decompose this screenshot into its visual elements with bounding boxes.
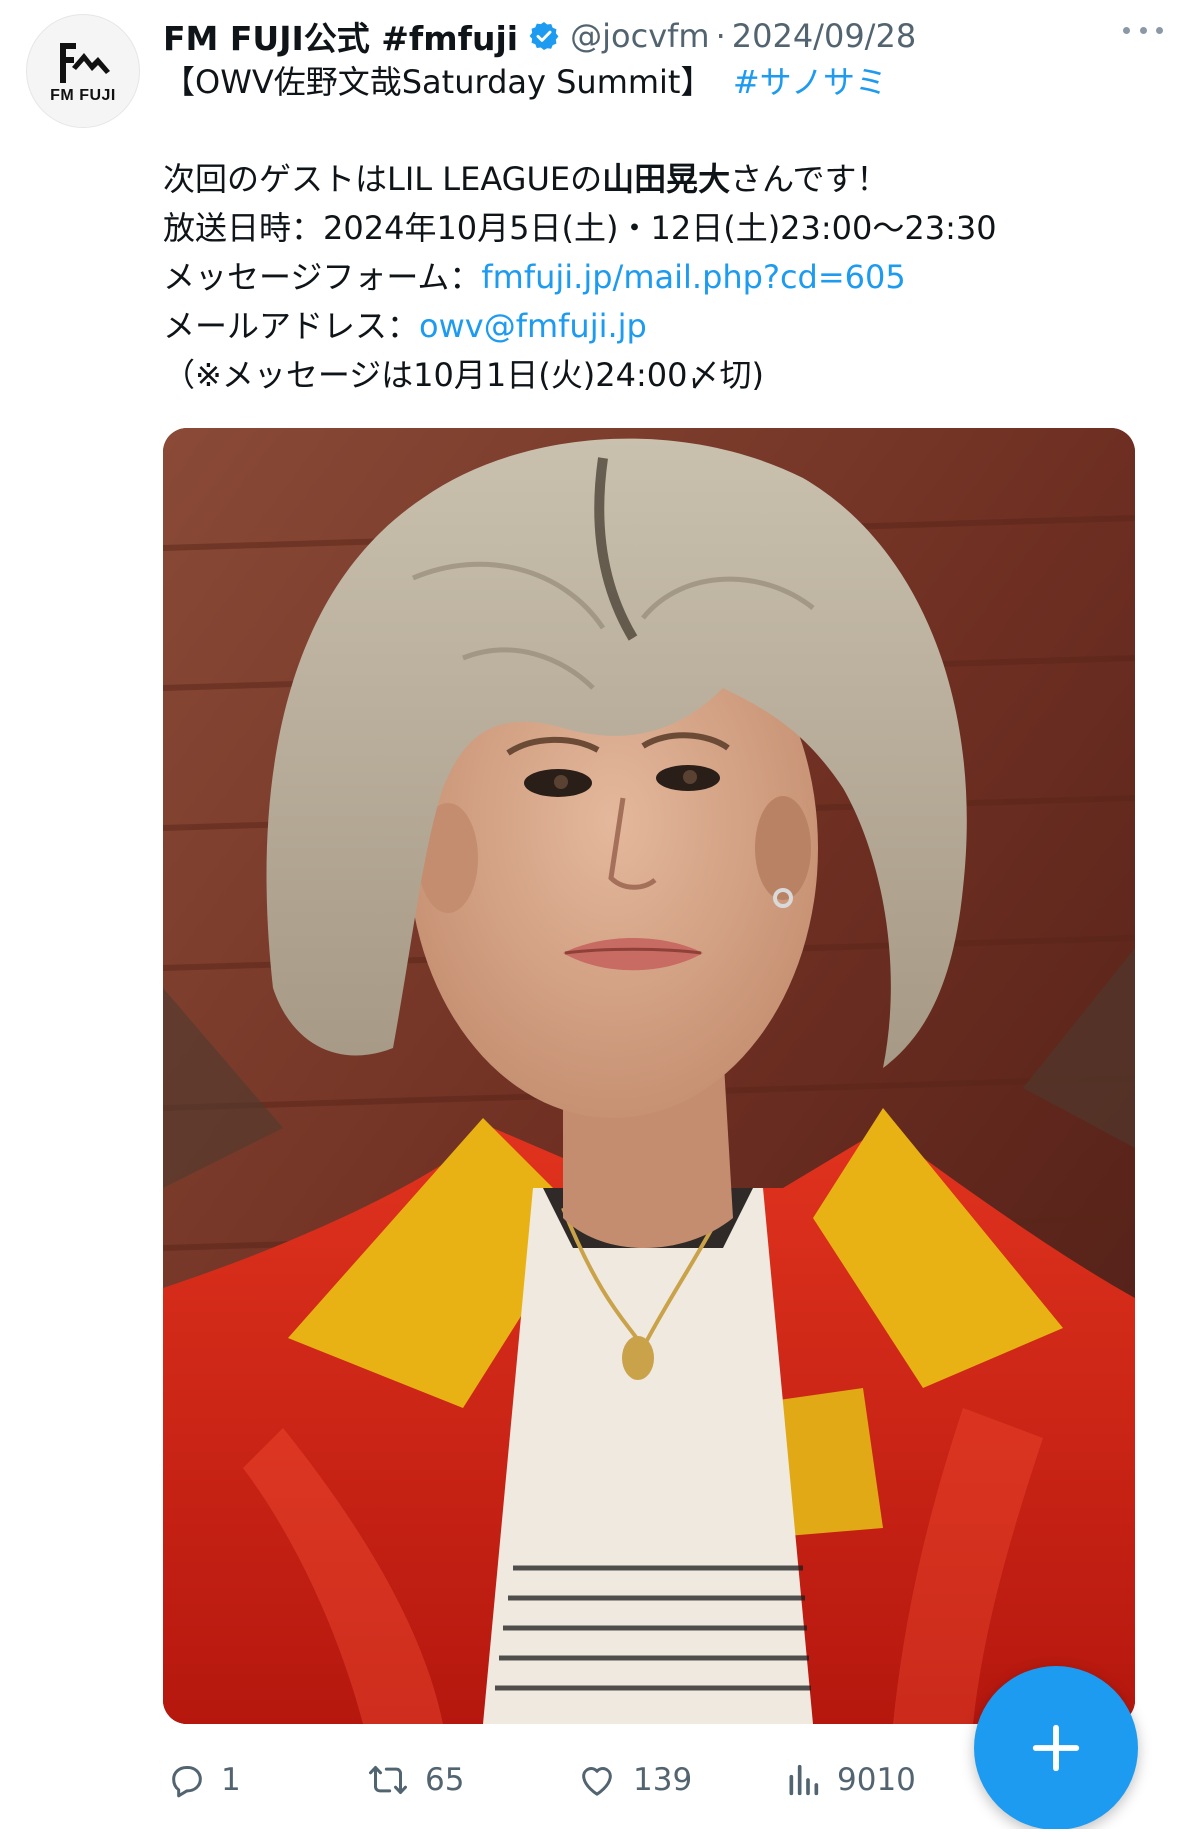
heart-icon: [582, 1767, 612, 1796]
guest-suffix: さんです！: [730, 160, 889, 198]
display-name[interactable]: FM FUJI公式 #fmfuji: [163, 12, 518, 60]
verified-badge-icon: [528, 20, 560, 52]
tweet-line-mail: メールアドレス：owv@fmfuji.jp: [163, 302, 1163, 351]
avatar-label: FM FUJI: [50, 87, 116, 104]
tweet-line-title: 【OWV佐野文哉Saturday Summit】 #サノサミ: [163, 58, 1163, 107]
views-button[interactable]: 9010: [783, 1748, 916, 1812]
tweet-body: 【OWV佐野文哉Saturday Summit】 #サノサミ 次回のゲストはLI…: [163, 58, 1163, 400]
tweet-line-form: メッセージフォーム：fmfuji.jp/mail.php?cd=605: [163, 253, 1163, 302]
like-button[interactable]: 139: [575, 1748, 692, 1812]
retweet-icon: [369, 1766, 407, 1794]
tweet-photo[interactable]: [163, 428, 1135, 1724]
compose-button[interactable]: [974, 1666, 1138, 1830]
form-link[interactable]: fmfuji.jp/mail.php?cd=605: [481, 258, 905, 296]
reply-count: 1: [221, 1762, 241, 1798]
more-options-icon[interactable]: [1123, 18, 1163, 42]
portrait-photo: [163, 428, 1135, 1724]
retweet-count: 65: [425, 1762, 465, 1798]
guest-name: 山田晃大: [602, 160, 731, 198]
view-count: 9010: [837, 1762, 916, 1798]
program-title: 【OWV佐野文哉Saturday Summit】: [163, 63, 713, 101]
tweet-date[interactable]: 2024/09/28: [732, 17, 916, 55]
account-handle[interactable]: @jocvfm: [570, 17, 709, 55]
hashtag-link[interactable]: #サノサミ: [733, 63, 887, 101]
plus-icon: [1032, 1724, 1080, 1772]
tweet-line-guest: 次回のゲストはLIL LEAGUEの山田晃大さんです！: [163, 155, 1163, 204]
tweet-line-broadcast: 放送日時：2024年10月5日(土)・12日(土)23:00〜23:30: [163, 209, 997, 247]
avatar[interactable]: FM FUJI: [26, 14, 140, 128]
like-count: 139: [633, 1762, 693, 1798]
reply-button[interactable]: 1: [167, 1748, 241, 1812]
reply-icon: [172, 1766, 202, 1798]
fm-fuji-logo-icon: [60, 43, 110, 83]
separator-dot: ·: [715, 17, 726, 55]
mail-link[interactable]: owv@fmfuji.jp: [419, 307, 647, 345]
mail-label: メールアドレス：: [163, 307, 420, 345]
tweet-line-deadline: （※メッセージは10月1日(火)24:00〆切): [163, 356, 764, 394]
retweet-button[interactable]: 65: [365, 1748, 464, 1812]
tweet-header: FM FUJI公式 #fmfuji @jocvfm · 2024/09/28: [163, 6, 1169, 66]
analytics-icon: [789, 1764, 819, 1796]
guest-prefix: 次回のゲストはLIL LEAGUEの: [163, 160, 603, 198]
form-label: メッセージフォーム：: [163, 258, 482, 296]
